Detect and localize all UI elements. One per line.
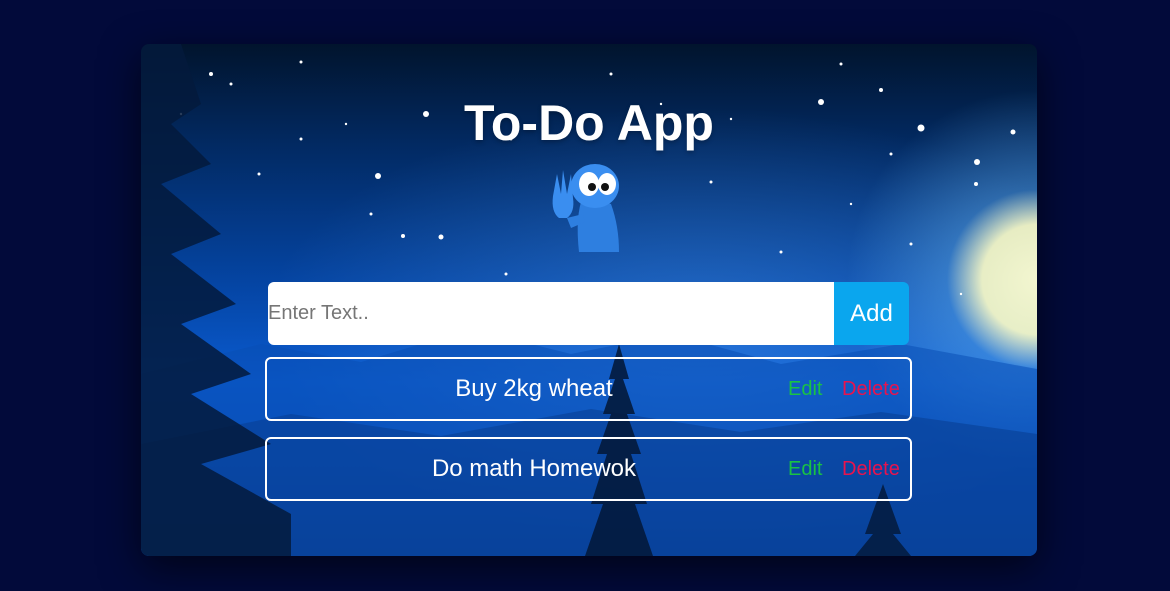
page-title: To-Do App [464,95,714,151]
edit-button[interactable]: Edit [788,439,822,499]
app-card: To-Do App Add Buy 2kg wheat Edit Delete … [141,44,1037,556]
delete-button[interactable]: Delete [842,439,900,499]
todo-item: Do math Homewok Edit Delete [265,437,912,501]
waving-alien-mascot-icon [552,164,619,252]
todo-list: Buy 2kg wheat Edit Delete Do math Homewo… [265,357,912,517]
add-todo-form: Add [268,282,909,345]
todo-item-text: Do math Homewok [431,455,637,482]
edit-button[interactable]: Edit [788,359,822,419]
delete-button[interactable]: Delete [842,359,900,419]
todo-item-text: Buy 2kg wheat [455,375,613,402]
todo-text-input[interactable] [268,282,834,345]
add-button[interactable]: Add [834,282,909,345]
todo-item: Buy 2kg wheat Edit Delete [265,357,912,421]
